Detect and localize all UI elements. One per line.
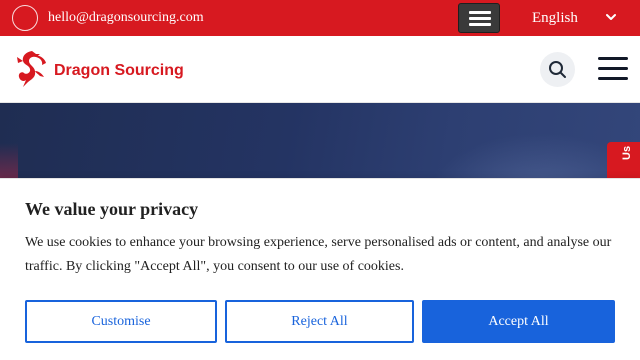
cookie-title: We value your privacy [25, 199, 199, 219]
menu-bar-2 [469, 17, 491, 20]
hamburger-bar-2 [598, 67, 628, 70]
top-bar: hello@dragonsourcing.com English [0, 0, 640, 36]
search-icon [549, 61, 566, 78]
hamburger-menu-icon[interactable] [598, 56, 628, 82]
menu-bar-3 [469, 23, 491, 26]
contact-us-tab-label: Us [621, 145, 633, 160]
search-button[interactable] [540, 52, 575, 87]
hamburger-bar-1 [598, 57, 628, 60]
site-header: Dragon Sourcing [0, 36, 640, 103]
reject-all-button[interactable]: Reject All [225, 300, 414, 343]
accept-all-button[interactable]: Accept All [422, 300, 615, 343]
hero-banner [0, 103, 640, 178]
contact-email-link[interactable]: hello@dragonsourcing.com [48, 9, 204, 27]
chevron-down-icon[interactable] [606, 12, 616, 22]
dragon-logo-icon[interactable] [14, 49, 48, 89]
language-select[interactable]: English [532, 8, 578, 28]
customise-button[interactable]: Customise [25, 300, 217, 343]
mail-icon[interactable] [12, 5, 38, 31]
cookie-description: We use cookies to enhance your browsing … [25, 235, 612, 274]
menu-bar-1 [469, 11, 491, 14]
hamburger-bar-3 [598, 77, 628, 80]
top-menu-button[interactable] [458, 3, 500, 33]
contact-us-tab[interactable]: Us [607, 142, 640, 182]
mail-icon-glyph [13, 6, 37, 30]
cookie-consent-banner: We value your privacy We use cookies to … [0, 178, 640, 360]
logo-text[interactable]: Dragon Sourcing [54, 61, 184, 81]
hero-accent [0, 143, 18, 178]
